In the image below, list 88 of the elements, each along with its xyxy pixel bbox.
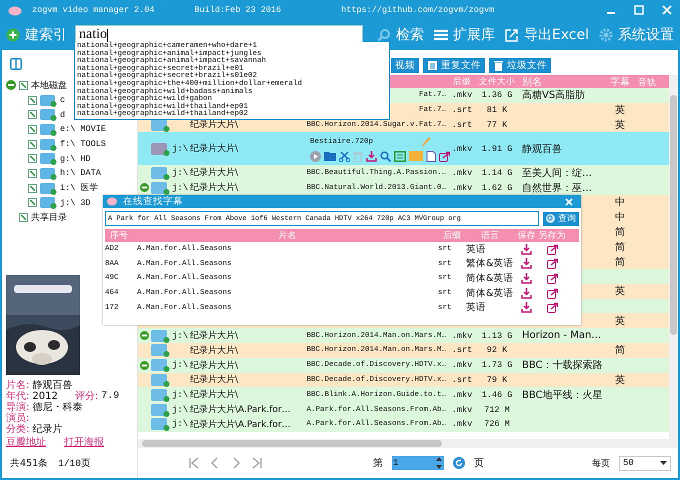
table-cell-text: 英 <box>615 104 625 118</box>
table-cell-text: 简 <box>615 240 625 254</box>
table-cell: Horizon - Man… <box>522 330 602 342</box>
table-cell: j:\ <box>172 330 188 341</box>
page-suffix: 页 <box>474 457 484 470</box>
table-cell: j:\ <box>172 182 188 193</box>
table-cell-text: BBC：十载探索路 <box>522 358 603 372</box>
table-cell: 77 K <box>486 120 508 130</box>
dialog-title: 在线查找字幕 <box>123 195 183 208</box>
record-count: 共451条 <box>10 456 48 470</box>
project-url: https://github.com/zogvm/zogvm <box>341 5 494 15</box>
table-cell: 1.62 G <box>482 182 512 193</box>
table-cell: .srt <box>452 105 472 116</box>
per-page-label: 每页 <box>592 458 610 470</box>
table-cell-text: 英 <box>615 118 625 132</box>
table-cell-text: 简 <box>615 226 625 239</box>
table-cell: j:\ <box>172 360 188 370</box>
table-cell: 1.14 G <box>482 168 512 178</box>
table-cell: .mkv <box>452 360 472 370</box>
table-cell-text: 纪录片大片\ <box>190 360 238 372</box>
table-cell-text: 纪录片大片\ <box>190 119 238 132</box>
table-cell: j:\ <box>172 144 188 154</box>
table-cell-text: 高糖VS高脂肪 <box>522 88 586 102</box>
table-cell-text: 纪录片大片\ <box>190 388 238 402</box>
table-cell: j:\ <box>172 390 188 400</box>
table-cell-text: 简 <box>615 344 625 358</box>
info-label: 演员: <box>6 413 30 424</box>
table-cell: .mkv <box>452 168 472 178</box>
table-cell: .srt <box>452 345 472 356</box>
table-cell: 81 K <box>486 105 508 116</box>
table-cell-text: 纪录片大片\ <box>190 330 238 342</box>
table-cell: 1.73 G <box>482 360 512 370</box>
table-cell-text: 英 <box>615 314 625 328</box>
table-cell: 繁体&英语 <box>466 257 514 270</box>
rating-value: 7.9 <box>101 391 120 402</box>
info-label: 片名: <box>6 380 30 391</box>
table-cell: 79 K <box>486 374 508 385</box>
table-cell: 92 K <box>486 345 508 356</box>
table-cell: .srt <box>452 374 472 385</box>
build-label: Build:Feb 23 2016 <box>194 5 282 15</box>
info-label: 评分: <box>74 391 98 402</box>
info-label: 导演: <box>6 402 30 413</box>
window-title: zogvm video manager 2.04 <box>32 5 154 15</box>
table-cell-text: 纪录片大片\ <box>190 344 238 357</box>
info-value: 纪录片 <box>32 424 62 435</box>
table-cell-text: 静观百兽 <box>522 142 562 156</box>
table-cell-text: 中 <box>615 210 625 224</box>
table-cell: 726 M <box>484 419 510 430</box>
table-cell-text: 纪录片大片\ <box>190 166 238 180</box>
page-label: 第 <box>373 457 383 470</box>
table-cell: j:\ <box>172 419 188 430</box>
table-cell-text: 纪录片大片\A.Park.for… <box>190 418 291 431</box>
table-cell-text: 纪录片大片\A.Park.for… <box>190 404 291 416</box>
table-cell-text: 纪录片大片\ <box>190 182 238 194</box>
table-cell-text: 纪录片大片\ <box>190 142 238 156</box>
info-value: 德尼・科泰 <box>32 402 82 413</box>
table-cell: 1.36 G <box>482 90 512 100</box>
table-cell-text: 英语 <box>466 301 487 314</box>
table-cell: 1.91 G <box>482 144 512 154</box>
table-cell-text: 英语 <box>466 242 487 256</box>
table-cell: .mkv <box>452 419 472 430</box>
table-cell-text: 中 <box>615 196 625 210</box>
table-cell-text: 自然世界：巫… <box>522 182 592 195</box>
table-cell-text: 简 <box>615 256 625 269</box>
table-cell: .mkv <box>452 182 472 193</box>
info-value: 静观百兽 <box>32 380 72 391</box>
table-cell-text: 英 <box>615 374 625 387</box>
page-count: 1/10页 <box>58 456 91 470</box>
table-cell: .mkv <box>452 404 472 415</box>
table-cell: 简体&英语 <box>466 286 514 300</box>
table-cell-text: 英 <box>615 284 625 298</box>
info-label: 年代: <box>6 391 30 402</box>
table-cell-text: BBC地平线：火星 <box>522 388 603 402</box>
table-cell-text: 纪录片大片\ <box>190 374 238 386</box>
table-cell: 1.46 G <box>482 390 512 400</box>
table-cell: .mkv <box>452 330 472 341</box>
table-cell: 1.13 G <box>482 330 512 341</box>
table-cell: 712 M <box>484 404 510 415</box>
table-cell: .mkv <box>452 144 472 154</box>
table-cell-text: 至美人间：绽… <box>522 166 592 180</box>
table-cell: 简体&英语 <box>466 272 514 285</box>
info-label: 分类: <box>6 424 30 435</box>
table-cell: .mkv <box>452 90 472 100</box>
table-cell: j:\ <box>172 404 188 415</box>
table-cell: j:\ <box>172 168 188 178</box>
table-cell: .mkv <box>452 390 472 400</box>
table-cell: .srt <box>452 120 472 130</box>
info-value: 2012 <box>32 391 58 402</box>
